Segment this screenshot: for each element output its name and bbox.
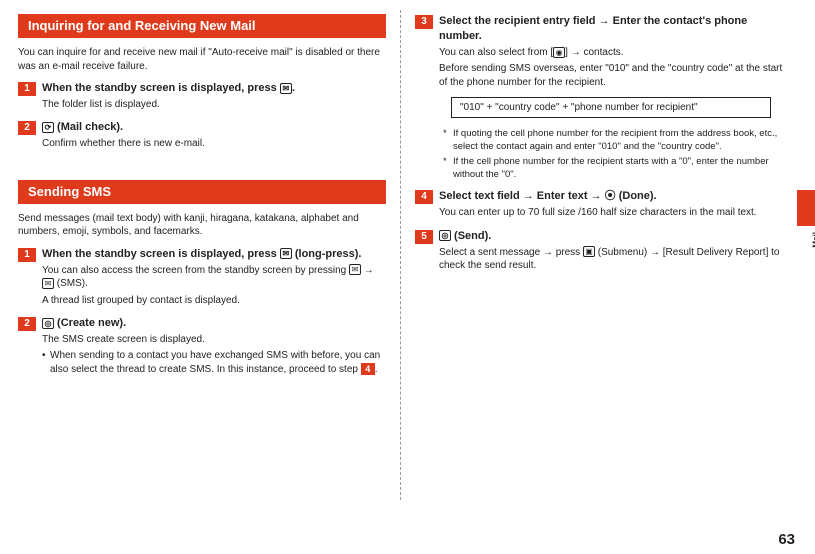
step-title-text: When the standby screen is displayed, pr… bbox=[42, 82, 280, 94]
step-2-sms: 2 ◎ (Create new). The SMS create screen … bbox=[18, 316, 386, 376]
step-title: ⟳ (Mail check). bbox=[42, 120, 386, 135]
step-body: When the standby screen is displayed, pr… bbox=[42, 81, 386, 114]
left-column: Inquiring for and Receiving New Mail You… bbox=[4, 8, 400, 524]
step-number: 2 bbox=[18, 121, 36, 135]
step-title: When the standby screen is displayed, pr… bbox=[42, 247, 386, 262]
section-header-sending-sms: Sending SMS bbox=[18, 180, 386, 204]
step-desc-text: You can also access the screen from the … bbox=[42, 265, 349, 276]
step-desc: The SMS create screen is displayed. bbox=[42, 333, 386, 347]
refresh-icon: ⟳ bbox=[42, 122, 54, 133]
step-body: Select text field → Enter text → ⦿ (Done… bbox=[439, 189, 783, 222]
step-title: When the standby screen is displayed, pr… bbox=[42, 81, 386, 96]
mail-icon: ✉ bbox=[280, 83, 292, 94]
mail-icon: ✉ bbox=[349, 264, 361, 275]
step-desc-text: Select a sent message → press bbox=[439, 247, 583, 258]
side-tab bbox=[797, 190, 815, 226]
note-text: If quoting the cell phone number for the… bbox=[453, 128, 783, 154]
step-title: ◎ (Send). bbox=[439, 229, 783, 244]
step-body: When the standby screen is displayed, pr… bbox=[42, 247, 386, 310]
submenu-icon: ▣ bbox=[583, 246, 595, 257]
contacts-icon: ◉ bbox=[553, 47, 565, 58]
step-desc-text: ] → contacts. bbox=[565, 47, 623, 58]
step-number: 1 bbox=[18, 82, 36, 96]
step-desc: Select a sent message → press ▣ (Submenu… bbox=[439, 246, 783, 273]
step-title: ◎ (Create new). bbox=[42, 316, 386, 331]
step-number: 4 bbox=[415, 190, 433, 204]
right-column: 3 Select the recipient entry field → Ent… bbox=[401, 8, 797, 524]
step-3-sms: 3 Select the recipient entry field → Ent… bbox=[415, 14, 783, 183]
asterisk-mark: * bbox=[443, 156, 453, 182]
section-intro: You can inquire for and receive new mail… bbox=[18, 46, 386, 73]
step-desc: You can enter up to 70 full size /160 ha… bbox=[439, 206, 783, 220]
step-body: ◎ (Send). Select a sent message → press … bbox=[439, 229, 783, 276]
step-number: 5 bbox=[415, 230, 433, 244]
step-number: 3 bbox=[415, 15, 433, 29]
bullet-text-part: . bbox=[375, 364, 378, 375]
mail-icon: ✉ bbox=[280, 248, 292, 259]
step-title-text: (Mail check). bbox=[54, 121, 123, 133]
step-number: 1 bbox=[18, 248, 36, 262]
step-title-text: (Send). bbox=[451, 230, 491, 242]
step-1-inquiring: 1 When the standby screen is displayed, … bbox=[18, 81, 386, 114]
step-5-sms: 5 ◎ (Send). Select a sent message → pres… bbox=[415, 229, 783, 276]
step-1-sms: 1 When the standby screen is displayed, … bbox=[18, 247, 386, 310]
step-title: Select text field → Enter text → ⦿ (Done… bbox=[439, 189, 783, 204]
step-title-text: (long-press). bbox=[292, 248, 362, 260]
step-desc: You can also access the screen from the … bbox=[42, 264, 386, 291]
send-icon: ◎ bbox=[439, 230, 451, 241]
page-number: 63 bbox=[778, 531, 795, 548]
asterisk-mark: * bbox=[443, 128, 453, 154]
bullet-text: When sending to a contact you have excha… bbox=[50, 349, 386, 376]
step-title-text: . bbox=[292, 82, 295, 94]
step-title-text: When the standby screen is displayed, pr… bbox=[42, 248, 280, 260]
page-content: Inquiring for and Receiving New Mail You… bbox=[0, 0, 815, 554]
step-desc: The folder list is displayed. bbox=[42, 98, 386, 112]
note-text: If the cell phone number for the recipie… bbox=[453, 156, 783, 182]
step-desc-text: (SMS). bbox=[54, 278, 88, 289]
camera-icon: ◎ bbox=[42, 318, 54, 329]
bullet-text-part: When sending to a contact you have excha… bbox=[50, 350, 380, 375]
bullet-dot: • bbox=[42, 349, 50, 376]
step-2-inquiring: 2 ⟳ (Mail check). Confirm whether there … bbox=[18, 120, 386, 153]
section-header-inquiring: Inquiring for and Receiving New Mail bbox=[18, 14, 386, 38]
step-desc: A thread list grouped by contact is disp… bbox=[42, 294, 386, 308]
step-4-sms: 4 Select text field → Enter text → ⦿ (Do… bbox=[415, 189, 783, 222]
formula-box: "010" + "country code" + "phone number f… bbox=[451, 97, 771, 118]
step-desc: You can also select from [◉] → contacts. bbox=[439, 46, 783, 60]
section-intro: Send messages (mail text body) with kanj… bbox=[18, 212, 386, 239]
step-body: Select the recipient entry field → Enter… bbox=[439, 14, 783, 183]
step-desc: Before sending SMS overseas, enter "010"… bbox=[439, 62, 783, 89]
step-title: Select the recipient entry field → Enter… bbox=[439, 14, 783, 44]
step-body: ⟳ (Mail check). Confirm whether there is… bbox=[42, 120, 386, 153]
note-1: * If quoting the cell phone number for t… bbox=[443, 128, 783, 154]
step-desc: Confirm whether there is new e-mail. bbox=[42, 137, 386, 151]
step-title-text: (Create new). bbox=[54, 317, 126, 329]
arrow-text: → bbox=[361, 265, 374, 276]
note-2: * If the cell phone number for the recip… bbox=[443, 156, 783, 182]
step-number: 2 bbox=[18, 317, 36, 331]
step-body: ◎ (Create new). The SMS create screen is… bbox=[42, 316, 386, 376]
step-ref-4: 4 bbox=[361, 363, 375, 375]
step-desc-text: You can also select from [ bbox=[439, 47, 553, 58]
step-bullet: • When sending to a contact you have exc… bbox=[42, 349, 386, 376]
mail-icon: ✉ bbox=[42, 278, 54, 289]
